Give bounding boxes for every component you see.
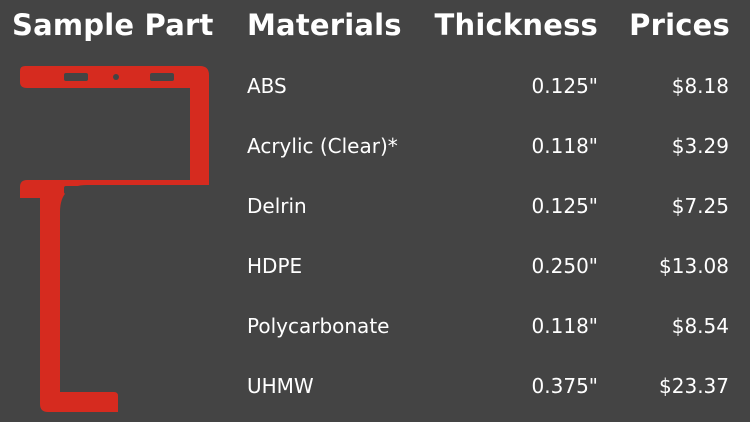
thickness-cell: 0.118" <box>531 134 598 158</box>
material-cell: HDPE <box>247 254 303 278</box>
price-table: ABS 0.125" $8.18 Acrylic (Clear)* 0.118"… <box>0 62 750 422</box>
thickness-cell: 0.125" <box>531 194 598 218</box>
price-cell: $7.25 <box>671 194 729 218</box>
material-cell: UHMW <box>247 374 314 398</box>
price-cell: $8.54 <box>671 314 729 338</box>
thickness-cell: 0.250" <box>531 254 598 278</box>
material-cell: Acrylic (Clear)* <box>247 134 398 158</box>
price-cell: $3.29 <box>671 134 729 158</box>
thickness-cell: 0.125" <box>531 74 598 98</box>
price-cell: $23.37 <box>659 374 729 398</box>
table-row: Delrin 0.125" $7.25 <box>0 182 750 242</box>
prices-header: Prices <box>629 8 730 42</box>
thickness-header: Thickness <box>434 8 598 42</box>
price-cell: $13.08 <box>659 254 729 278</box>
sample-part-header: Sample Part <box>12 8 214 42</box>
materials-header: Materials <box>247 8 402 42</box>
thickness-cell: 0.375" <box>531 374 598 398</box>
thickness-cell: 0.118" <box>531 314 598 338</box>
table-row: ABS 0.125" $8.18 <box>0 62 750 122</box>
material-cell: Delrin <box>247 194 307 218</box>
table-row: Acrylic (Clear)* 0.118" $3.29 <box>0 122 750 182</box>
material-cell: Polycarbonate <box>247 314 390 338</box>
table-row: Polycarbonate 0.118" $8.54 <box>0 302 750 362</box>
table-row: HDPE 0.250" $13.08 <box>0 242 750 302</box>
material-cell: ABS <box>247 74 287 98</box>
table-row: UHMW 0.375" $23.37 <box>0 362 750 422</box>
price-panel: Sample Part Materials Thickness Prices A… <box>0 0 750 422</box>
price-cell: $8.18 <box>671 74 729 98</box>
